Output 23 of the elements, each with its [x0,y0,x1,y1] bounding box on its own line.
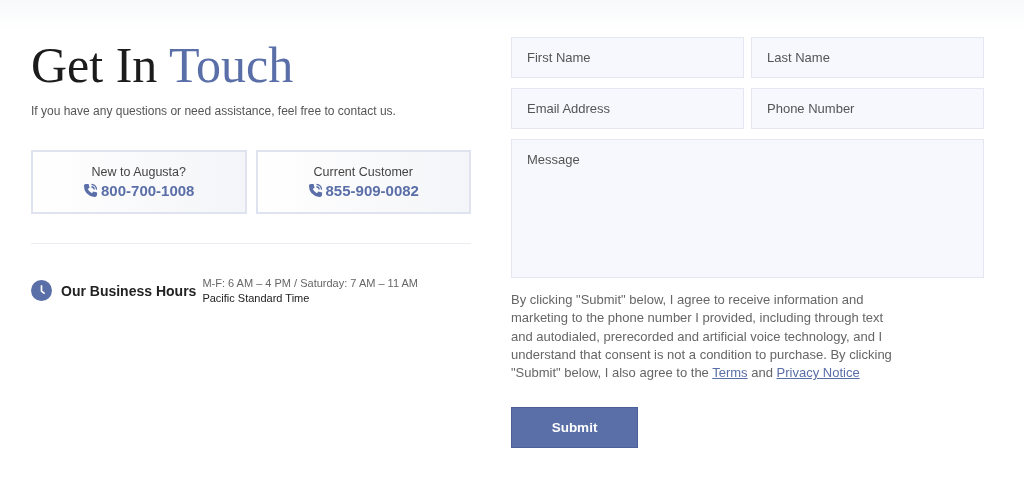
phone-card[interactable]: Current Customer 855-909-0082 [255,150,471,214]
hours-schedule: M-F: 6 AM – 4 PM / Saturday: 7 AM – 11 AM [202,277,418,289]
input-field[interactable]: Phone Number [751,88,984,129]
card-label: New to Augusta? [91,165,186,179]
phone-icon [83,183,99,198]
hours-title: Our Business Hours [61,282,197,299]
phone-number[interactable]: 800-700-1008 [101,182,195,199]
submit-button[interactable]: Submit [511,407,638,449]
page-heading: Get In Touch [31,37,295,90]
card-label: Current Customer [313,165,413,179]
link[interactable]: Terms [712,365,748,381]
input-field[interactable]: Last Name [751,37,984,78]
phone-card[interactable]: New to Augusta? 800-700-1008 [31,150,247,214]
consent-text: By clicking "Submit" below, I agree to receive information and marketing to the phone number I provided, including through text and autodialed, prerecorded and artificial voice technology, and I understand that consent is not a condition to purchase. By clicking "Submit" below, I also agree to the Terms and Privacy Notice [511,291,893,383]
timezone: Pacific Standard Time [202,292,311,304]
input-field[interactable]: First Name [511,37,744,78]
message-field[interactable]: Message [511,139,984,278]
link[interactable]: Privacy Notice [776,365,860,381]
phone-icon [307,183,323,198]
subtitle: If you have any questions or need assistance, feel free to contact us. [31,104,397,118]
clock-icon [31,280,52,301]
phone-number[interactable]: 855-909-0082 [325,182,419,199]
input-field[interactable]: Email Address [511,88,744,129]
